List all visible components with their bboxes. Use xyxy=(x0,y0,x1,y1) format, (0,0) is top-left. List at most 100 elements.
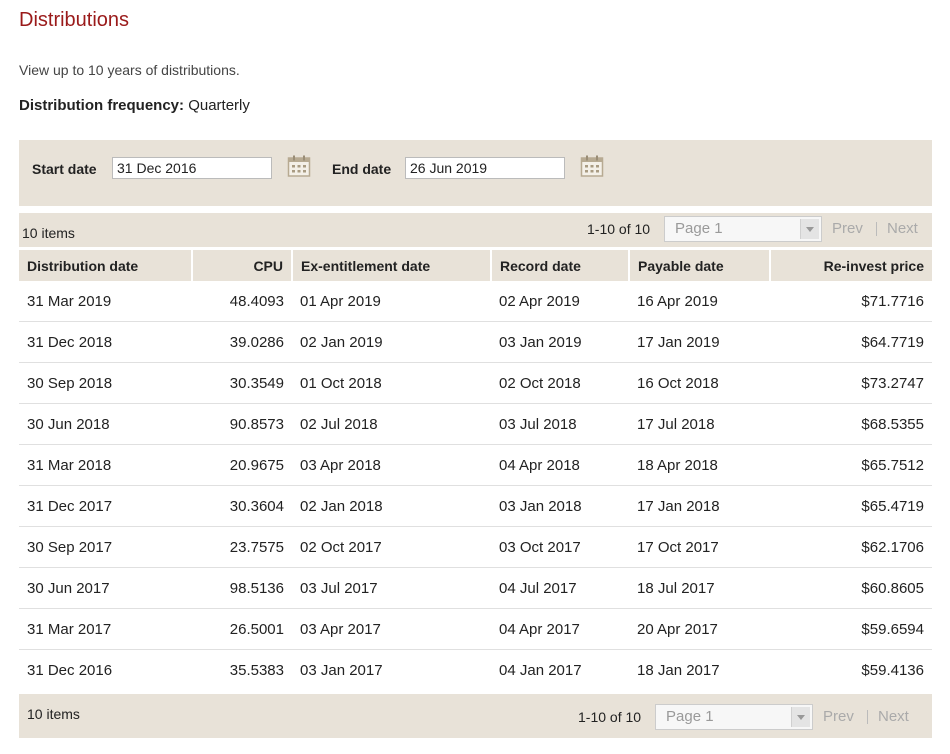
cell-distribution-date: 31 Mar 2017 xyxy=(19,608,192,650)
cell-cpu: 90.8573 xyxy=(192,403,292,445)
header-reinvest-price[interactable]: Re-invest price xyxy=(770,250,932,281)
cell-distribution-date: 31 Mar 2019 xyxy=(19,281,192,322)
items-count: 10 items xyxy=(27,706,80,722)
next-button[interactable]: Next xyxy=(887,220,918,237)
pager-divider xyxy=(867,710,868,724)
header-distribution-date[interactable]: Distribution date xyxy=(19,250,193,281)
cell-payable-date: 17 Oct 2017 xyxy=(629,526,770,568)
cell-record-date: 04 Jan 2017 xyxy=(499,661,582,679)
table-row: 31 Mar 2017 26.5001 03 Apr 2017 04 Apr 2… xyxy=(19,608,932,650)
cell-distribution-date: 30 Jun 2017 xyxy=(19,567,192,609)
cell-reinvest-price: $71.7716 xyxy=(770,281,932,322)
cell-record-date: 04 Apr 2018 xyxy=(491,444,629,486)
cell-payable-date: 18 Jul 2017 xyxy=(629,567,770,609)
header-cpu[interactable]: CPU xyxy=(192,250,293,281)
cell-distribution-date: 31 Mar 2018 xyxy=(19,444,192,486)
cell-cpu: 30.3549 xyxy=(192,362,292,404)
cell-ex-entitlement-date: 03 Jul 2017 xyxy=(292,567,491,609)
cell-record-date: 03 Jan 2019 xyxy=(491,321,629,363)
chevron-down-icon xyxy=(800,219,819,239)
table-row: 30 Sep 2017 23.7575 02 Oct 2017 03 Oct 2… xyxy=(19,526,932,568)
cell-ex-entitlement-date: 01 Oct 2018 xyxy=(292,362,491,404)
cell-distribution-date: 30 Sep 2017 xyxy=(19,526,192,568)
header-ex-entitlement-date[interactable]: Ex-entitlement date xyxy=(292,250,492,281)
cell-ex-entitlement-date: 02 Jan 2019 xyxy=(292,321,491,363)
cell-cpu: 30.3604 xyxy=(192,485,292,527)
prev-button[interactable]: Prev xyxy=(823,708,854,725)
header-payable-date[interactable]: Payable date xyxy=(629,250,771,281)
cell-reinvest-price: $59.6594 xyxy=(770,608,932,650)
cell-ex-entitlement-date: 03 Apr 2017 xyxy=(292,608,491,650)
cell-cpu: 39.0286 xyxy=(192,321,292,363)
page-select-value: Page 1 xyxy=(666,708,714,725)
calendar-icon[interactable] xyxy=(580,154,604,178)
cell-record-date: 03 Jan 2018 xyxy=(491,485,629,527)
cell-ex-entitlement-date: 02 Jul 2018 xyxy=(292,403,491,445)
distributions-table: Distribution date CPU Ex-entitlement dat… xyxy=(19,250,932,690)
cell-reinvest-price: $68.5355 xyxy=(770,403,932,445)
cell-cpu: 20.9675 xyxy=(192,444,292,486)
cell-cpu: 98.5136 xyxy=(192,567,292,609)
header-record-date[interactable]: Record date xyxy=(491,250,630,281)
next-button[interactable]: Next xyxy=(878,708,909,725)
frequency-label: Distribution frequency: xyxy=(19,97,185,114)
page-range: 1-10 of 10 xyxy=(587,221,651,237)
cell-payable-date: 16 Apr 2019 xyxy=(629,281,770,322)
start-date-input[interactable] xyxy=(112,157,272,179)
cell-cpu: 23.7575 xyxy=(192,526,292,568)
cell-reinvest-price: $60.8605 xyxy=(770,567,932,609)
page-title: Distributions xyxy=(19,9,130,31)
cell-payable-date: 16 Oct 2018 xyxy=(629,362,770,404)
table-row: 30 Jun 2018 90.8573 02 Jul 2018 03 Jul 2… xyxy=(19,403,932,445)
table-header-row: Distribution date CPU Ex-entitlement dat… xyxy=(19,250,932,281)
items-count: 10 items xyxy=(22,225,75,241)
cell-ex-entitlement-date: 03 Apr 2018 xyxy=(292,444,491,486)
cell-distribution-date: 30 Sep 2018 xyxy=(19,362,192,404)
cell-payable-date: 20 Apr 2017 xyxy=(629,608,770,650)
cell-reinvest-price: $65.4719 xyxy=(770,485,932,527)
cell-record-date: 04 Apr 2017 xyxy=(491,608,629,650)
cell-reinvest-price: $59.4136 xyxy=(861,661,924,679)
table-row: 31 Dec 2018 39.0286 02 Jan 2019 03 Jan 2… xyxy=(19,321,932,363)
cell-reinvest-price: $62.1706 xyxy=(770,526,932,568)
bottom-pager: 10 items 1-10 of 10 Page 1 Prev Next xyxy=(19,694,932,738)
cell-ex-entitlement-date: 03 Jan 2017 xyxy=(300,661,383,679)
cell-distribution-date: 30 Jun 2018 xyxy=(19,403,192,445)
cell-payable-date: 17 Jul 2018 xyxy=(629,403,770,445)
cell-record-date: 03 Jul 2018 xyxy=(491,403,629,445)
cell-cpu: 48.4093 xyxy=(192,281,292,322)
frequency-value: Quarterly xyxy=(188,97,250,114)
pager-divider xyxy=(876,222,877,236)
top-pager: 10 items 1-10 of 10 Page 1 Prev Next xyxy=(19,213,932,247)
page-range: 1-10 of 10 xyxy=(578,709,642,725)
cell-distribution-date: 31 Dec 2018 xyxy=(19,321,192,363)
calendar-icon[interactable] xyxy=(287,154,311,178)
table-row: 31 Mar 2019 48.4093 01 Apr 2019 02 Apr 2… xyxy=(19,281,932,322)
cell-reinvest-price: $64.7719 xyxy=(770,321,932,363)
cell-record-date: 02 Apr 2019 xyxy=(491,281,629,322)
table-row: 30 Jun 2017 98.5136 03 Jul 2017 04 Jul 2… xyxy=(19,567,932,609)
date-filter-panel: Start date End date xyxy=(19,140,932,206)
distribution-frequency: Distribution frequency: Quarterly xyxy=(19,97,250,114)
cell-distribution-date: 31 Dec 2016 xyxy=(27,661,113,679)
page-select[interactable]: Page 1 xyxy=(664,216,822,242)
end-date-input[interactable] xyxy=(405,157,565,179)
cell-record-date: 04 Jul 2017 xyxy=(491,567,629,609)
page-select[interactable]: Page 1 xyxy=(655,704,813,730)
table-row: 31 Dec 2017 30.3604 02 Jan 2018 03 Jan 2… xyxy=(19,485,932,527)
cell-reinvest-price: $73.2747 xyxy=(770,362,932,404)
start-date-label: Start date xyxy=(32,161,97,177)
chevron-down-icon xyxy=(791,707,810,727)
cell-cpu: 35.5383 xyxy=(229,661,284,679)
table-row: 31 Mar 2018 20.9675 03 Apr 2018 04 Apr 2… xyxy=(19,444,932,486)
cell-reinvest-price: $65.7512 xyxy=(770,444,932,486)
cell-cpu: 26.5001 xyxy=(192,608,292,650)
cell-payable-date: 17 Jan 2018 xyxy=(629,485,770,527)
prev-button[interactable]: Prev xyxy=(832,220,863,237)
table-row: 30 Sep 2018 30.3549 01 Oct 2018 02 Oct 2… xyxy=(19,362,932,404)
cell-ex-entitlement-date: 02 Jan 2018 xyxy=(292,485,491,527)
cell-record-date: 02 Oct 2018 xyxy=(491,362,629,404)
cell-payable-date: 18 Apr 2018 xyxy=(629,444,770,486)
cell-ex-entitlement-date: 02 Oct 2017 xyxy=(292,526,491,568)
cell-ex-entitlement-date: 01 Apr 2019 xyxy=(292,281,491,322)
